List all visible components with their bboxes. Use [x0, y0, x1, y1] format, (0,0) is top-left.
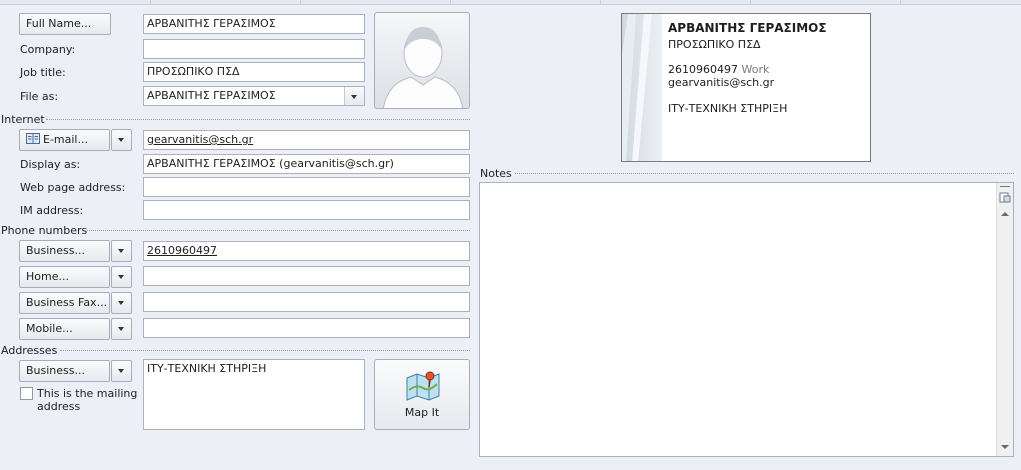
person-silhouette-icon — [382, 27, 464, 108]
display-as-label: Display as: — [20, 158, 81, 171]
display-as-input[interactable]: ΑΡΒΑΝΙΤΗΣ ΓΕΡΑΣΙΜΟΣ (gearvanitis@sch.gr) — [143, 154, 470, 174]
display-as-value: ΑΡΒΑΝΙΤΗΣ ΓΕΡΑΣΙΜΟΣ (gearvanitis@sch.gr) — [147, 157, 394, 170]
phone-business-dropdown[interactable] — [111, 240, 132, 262]
phone-mobile-dropdown[interactable] — [111, 318, 132, 340]
phone-mobile-label: Mobile... — [26, 322, 73, 335]
file-as-combobox[interactable]: ΑΡΒΑΝΙΤΗΣ ΓΕΡΑΣΙΜΟΣ — [143, 86, 365, 106]
phone-fax-input[interactable] — [143, 292, 470, 312]
phone-business-label: Business... — [26, 244, 85, 257]
phone-business-value: 2610960497 — [147, 244, 217, 257]
email-type-dropdown[interactable] — [111, 129, 132, 151]
phone-section-label: Phone numbers — [1, 224, 88, 237]
full-name-input[interactable]: ΑΡΒΑΝΙΤΗΣ ΓΕΡΑΣΙΜΟΣ — [143, 14, 365, 34]
contact-photo[interactable] — [374, 12, 470, 109]
notes-scrollbar[interactable] — [996, 183, 1013, 456]
internet-divider — [46, 119, 470, 120]
notes-textarea[interactable] — [479, 182, 1014, 457]
address-type-button[interactable]: Business... — [19, 360, 110, 382]
card-phone-line: 2610960497 Work — [668, 63, 769, 76]
notes-divider — [515, 173, 1014, 174]
email-input[interactable]: gearvanitis@sch.gr — [143, 130, 470, 150]
job-title-label: Job title: — [20, 66, 66, 79]
phone-divider — [87, 230, 470, 231]
file-as-label: File as: — [20, 90, 59, 103]
card-address: ΙΤΥ-ΤΕΧΝΙΚΗ ΣΤΗΡΙΞΗ — [668, 102, 788, 115]
card-email: gearvanitis@sch.gr — [668, 76, 775, 89]
company-input[interactable] — [143, 39, 365, 59]
scroll-down-icon[interactable] — [997, 440, 1013, 454]
phone-business-input[interactable]: 2610960497 — [143, 241, 470, 261]
notes-section-label: Notes — [480, 167, 512, 180]
email-button-label: E-mail... — [43, 133, 88, 146]
address-textarea[interactable]: ΙΤΥ-ΤΕΧΝΙΚΗ ΣΤΗΡΙΞΗ — [143, 359, 365, 430]
scroll-up-icon[interactable] — [997, 207, 1013, 221]
internet-section-label: Internet — [1, 113, 45, 126]
address-type-dropdown[interactable] — [111, 360, 132, 382]
web-page-label: Web page address: — [20, 181, 126, 194]
im-address-label: IM address: — [20, 204, 84, 217]
business-card-preview[interactable]: ΑΡΒΑΝΙΤΗΣ ΓΕΡΑΣΙΜΟΣ ΠΡΟΣΩΠΙΚΟ ΠΣΔ 261096… — [621, 13, 871, 162]
mailing-address-label-line1: This is the mailing — [37, 387, 138, 400]
full-name-button[interactable]: Full Name... — [19, 13, 111, 35]
addresses-divider — [60, 350, 470, 351]
phone-business-button[interactable]: Business... — [19, 240, 110, 262]
top-edge — [0, 0, 1021, 5]
card-phone: 2610960497 — [668, 63, 738, 76]
map-icon — [406, 371, 440, 401]
page-setup-icon[interactable] — [997, 191, 1013, 205]
addresses-section-label: Addresses — [1, 344, 58, 357]
job-title-value: ΠΡΟΣΩΠΙΚΟ ΠΣΔ — [147, 65, 240, 78]
map-it-label: Map It — [404, 406, 440, 419]
address-value: ΙΤΥ-ΤΕΧΝΙΚΗ ΣΤΗΡΙΞΗ — [147, 362, 267, 375]
phone-fax-dropdown[interactable] — [111, 292, 132, 314]
map-it-button[interactable]: Map It — [374, 359, 470, 430]
email-value: gearvanitis@sch.gr — [147, 133, 254, 146]
mailing-address-label-line2: address — [37, 400, 81, 413]
card-name: ΑΡΒΑΝΙΤΗΣ ΓΕΡΑΣΙΜΟΣ — [668, 21, 827, 35]
mailing-address-checkbox[interactable] — [20, 387, 33, 400]
full-name-value: ΑΡΒΑΝΙΤΗΣ ΓΕΡΑΣΙΜΟΣ — [147, 17, 276, 30]
phone-mobile-button[interactable]: Mobile... — [19, 318, 110, 340]
card-title: ΠΡΟΣΩΠΙΚΟ ΠΣΔ — [668, 38, 761, 51]
email-button[interactable]: E-mail... — [19, 129, 110, 151]
phone-fax-button[interactable]: Business Fax... — [19, 292, 110, 314]
address-type-label: Business... — [26, 364, 85, 377]
phone-home-dropdown[interactable] — [111, 266, 132, 288]
phone-home-button[interactable]: Home... — [19, 266, 110, 288]
card-pattern-icon — [622, 14, 652, 161]
phone-home-label: Home... — [26, 270, 69, 283]
chevron-down-icon[interactable] — [344, 87, 364, 105]
web-page-input[interactable] — [143, 177, 470, 197]
file-as-value: ΑΡΒΑΝΙΤΗΣ ΓΕΡΑΣΙΜΟΣ — [147, 89, 276, 102]
card-phone-type: Work — [741, 63, 770, 76]
im-address-input[interactable] — [143, 200, 470, 220]
job-title-input[interactable]: ΠΡΟΣΩΠΙΚΟ ΠΣΔ — [143, 62, 365, 82]
card-decoration — [622, 14, 662, 161]
address-book-icon — [26, 133, 40, 144]
phone-home-input[interactable] — [143, 266, 470, 286]
company-label: Company: — [20, 43, 76, 56]
full-name-button-label: Full Name... — [26, 17, 92, 30]
phone-fax-label: Business Fax... — [26, 296, 108, 309]
phone-mobile-input[interactable] — [143, 318, 470, 338]
